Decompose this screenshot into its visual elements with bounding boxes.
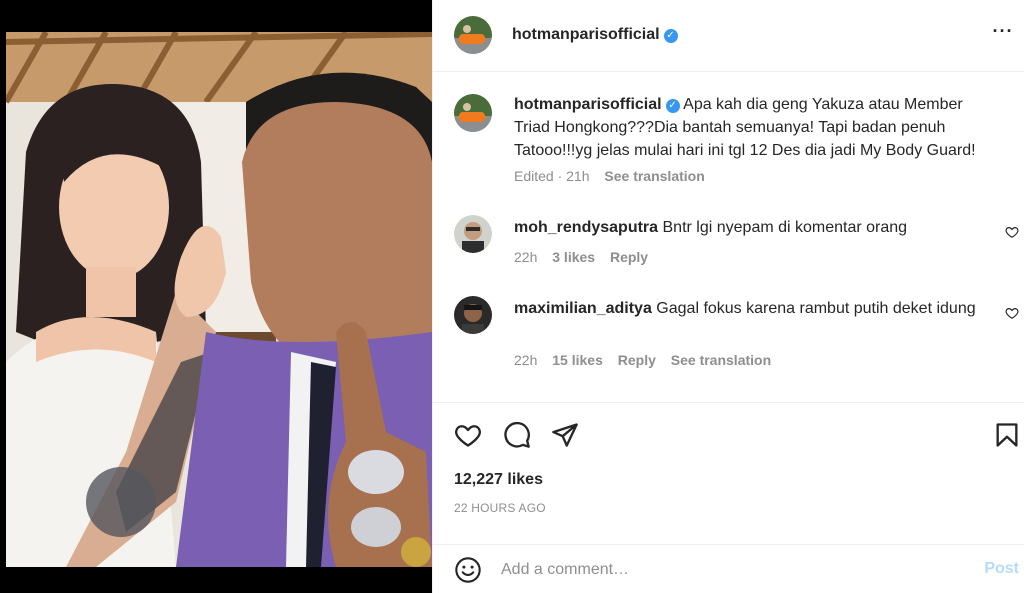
caption-meta: Edited · 21h See translation — [514, 168, 716, 184]
comment-composer: Post — [433, 544, 1024, 593]
comment-username[interactable]: maximilian_aditya — [514, 300, 652, 317]
caption-see-translation[interactable]: See translation — [604, 168, 704, 184]
comment-avatar[interactable] — [454, 215, 492, 253]
comment-body: maximilian_aditya Gagal fokus karena ram… — [514, 297, 994, 320]
comment-like-heart-icon[interactable] — [1005, 306, 1019, 320]
comment-meta: 22h 15 likes Reply See translation — [514, 352, 782, 368]
comment-time: 22h — [514, 249, 538, 265]
comment-time: 22h — [514, 352, 538, 368]
post-timestamp[interactable]: 22 HOURS AGO — [454, 501, 546, 515]
comments-list[interactable]: hotmanparisofficial ✓ Apa kah dia geng Ya… — [433, 73, 1024, 401]
comment-text: Bntr lgi nyepam di komentar orang — [662, 219, 908, 236]
caption-avatar[interactable] — [454, 94, 492, 132]
caption-username[interactable]: hotmanparisofficial — [514, 96, 662, 113]
author-username-text[interactable]: hotmanparisofficial — [512, 26, 660, 43]
more-options-button[interactable]: ··· — [991, 22, 1015, 46]
comment-input[interactable] — [501, 557, 941, 583]
post-photo-panel — [0, 0, 432, 593]
heart-icon[interactable] — [454, 421, 482, 449]
share-icon[interactable] — [551, 421, 579, 449]
author-avatar[interactable] — [454, 16, 492, 54]
caption-edited: Edited · 21h — [514, 168, 590, 184]
comment-meta: 22h 3 likes Reply — [514, 249, 659, 265]
verified-badge-icon: ✓ — [665, 99, 680, 113]
more-horizontal-icon: ··· — [992, 21, 1014, 41]
caption-body: hotmanparisofficial ✓ Apa kah dia geng Ya… — [514, 93, 994, 162]
verified-badge-icon: ✓ — [663, 29, 678, 43]
comment-see-translation[interactable]: See translation — [671, 352, 771, 368]
likes-count[interactable]: 12,227 likes — [454, 471, 543, 489]
post-side-panel: hotmanparisofficial ✓ ··· hotmanparisoffi… — [432, 0, 1024, 593]
comment-icon[interactable] — [503, 421, 531, 449]
comment-username[interactable]: moh_rendysaputra — [514, 219, 658, 236]
author-username[interactable]: hotmanparisofficial ✓ — [512, 26, 678, 44]
comment-text: Gagal fokus karena rambut putih deket id… — [656, 300, 976, 317]
bookmark-icon[interactable] — [993, 421, 1021, 449]
post-actions: 12,227 likes 22 HOURS AGO — [433, 402, 1024, 552]
comment-body: moh_rendysaputra Bntr lgi nyepam di kome… — [514, 216, 994, 239]
post-comment-button[interactable]: Post — [984, 560, 1019, 578]
comment-avatar[interactable] — [454, 296, 492, 334]
comment-like-heart-icon[interactable] — [1005, 225, 1019, 239]
comment-reply-button[interactable]: Reply — [610, 249, 648, 265]
post-photo[interactable] — [6, 32, 432, 567]
comment-likes[interactable]: 15 likes — [552, 352, 603, 368]
comment-likes[interactable]: 3 likes — [552, 249, 595, 265]
post-photo-image — [6, 32, 432, 567]
emoji-icon[interactable] — [454, 556, 482, 584]
comment-reply-button[interactable]: Reply — [618, 352, 656, 368]
post-header: hotmanparisofficial ✓ ··· — [433, 0, 1024, 72]
